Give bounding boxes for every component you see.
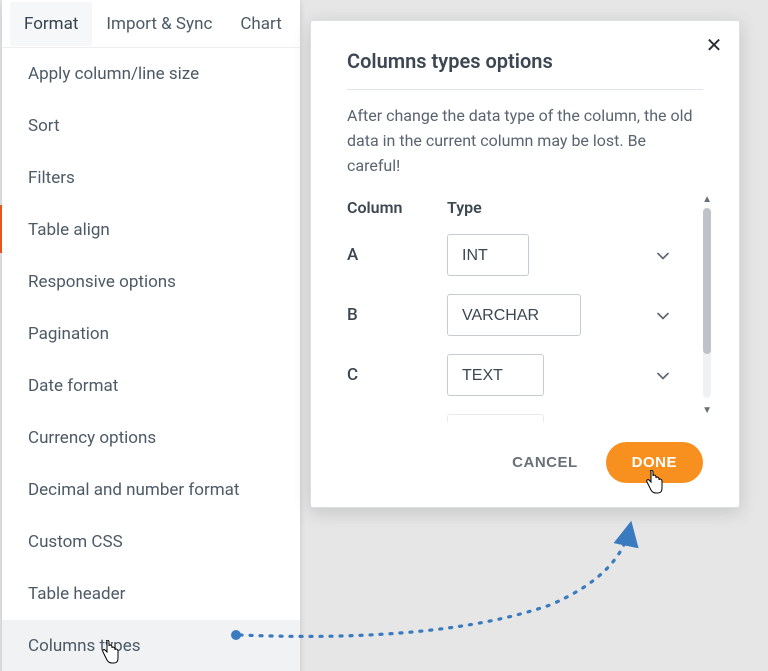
menu-decimal-number-format[interactable]: Decimal and number format [2,464,300,516]
chevron-down-icon [657,246,669,265]
chevron-down-icon [657,306,669,325]
tab-format[interactable]: Format [10,2,92,46]
panel-tabs: Format Import & Sync Chart [2,0,300,48]
dialog-warning-text: After change the data type of the column… [347,104,703,178]
columns-types-dialog: ✕ Columns types options After change the… [310,20,740,508]
menu-pagination[interactable]: Pagination [2,308,300,360]
menu-table-header[interactable]: Table header [2,568,300,620]
cancel-button[interactable]: CANCEL [506,453,584,472]
scroll-thumb[interactable] [703,208,711,354]
column-name: A [347,245,447,265]
menu-currency-options[interactable]: Currency options [2,412,300,464]
table-row: D TEXT [347,405,683,422]
grid-scrollbar[interactable]: ▲ ▼ [699,196,713,414]
table-row: A INT [347,225,683,285]
close-icon[interactable]: ✕ [703,35,725,57]
column-name: C [347,365,447,385]
type-select-b[interactable]: VARCHAR [447,294,581,336]
column-name: B [347,305,447,325]
dialog-actions: CANCEL DONE [347,442,703,483]
tab-import-sync[interactable]: Import & Sync [92,2,226,46]
type-select-d[interactable]: TEXT [447,414,544,422]
type-select-a[interactable]: INT [447,234,529,276]
menu-date-format[interactable]: Date format [2,360,300,412]
menu-custom-css[interactable]: Custom CSS [2,516,300,568]
menu-responsive-options[interactable]: Responsive options [2,256,300,308]
menu-table-align[interactable]: Table align [2,204,300,256]
scroll-down-icon[interactable]: ▼ [702,405,712,416]
format-menu: Apply column/line size Sort Filters Tabl… [2,48,300,671]
done-button[interactable]: DONE [606,442,703,483]
type-select-c[interactable]: TEXT [447,354,544,396]
column-header-column: Column [347,198,447,217]
menu-filters[interactable]: Filters [2,152,300,204]
dialog-title: Columns types options [347,49,703,90]
tab-chart[interactable]: Chart [226,2,295,46]
columns-type-grid: Column Type A INT B VARCHAR [347,192,703,422]
table-row: C TEXT [347,345,683,405]
table-row: B VARCHAR [347,285,683,345]
menu-columns-types[interactable]: Columns types [2,620,300,671]
scroll-up-icon[interactable]: ▲ [702,194,712,205]
menu-apply-column-line-size[interactable]: Apply column/line size [2,48,300,100]
format-dropdown-panel: Format Import & Sync Chart Apply column/… [2,0,300,671]
chevron-down-icon [657,366,669,385]
grid-header-row: Column Type [347,192,683,225]
column-header-type: Type [447,198,482,217]
menu-sort[interactable]: Sort [2,100,300,152]
